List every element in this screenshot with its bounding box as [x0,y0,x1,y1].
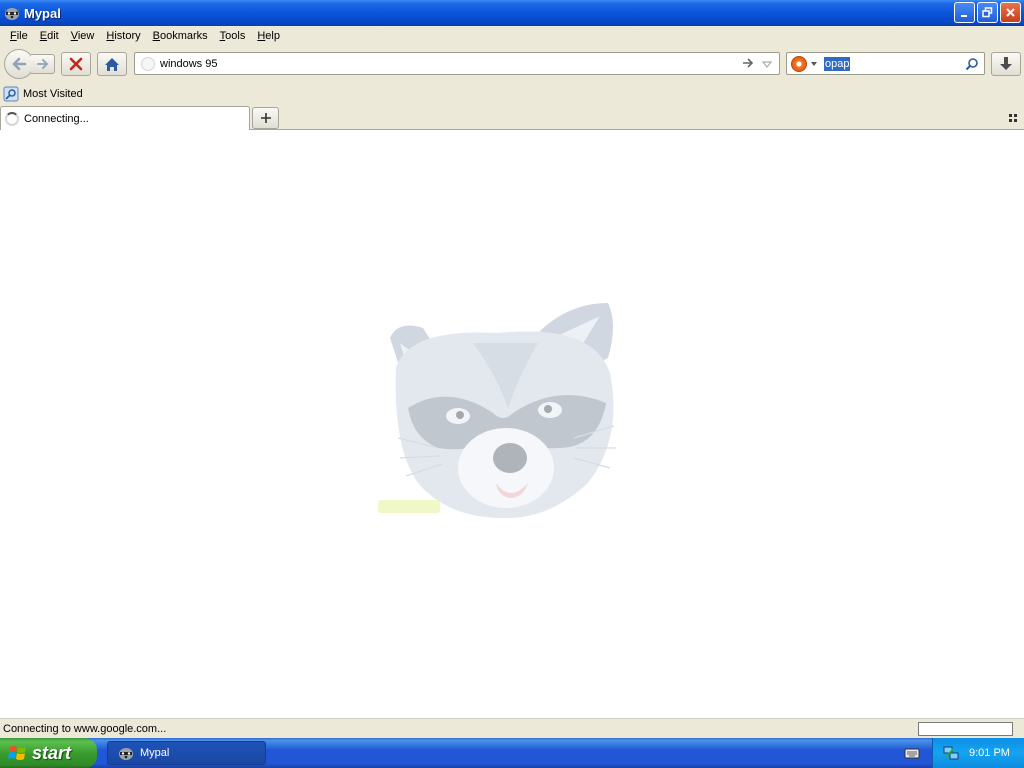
menu-label-rest: dit [47,30,59,42]
forward-button[interactable] [31,54,55,74]
url-bar[interactable] [134,52,780,75]
window-title: Mypal [24,5,61,21]
engine-dropdown-icon[interactable] [810,60,818,68]
raccoon-icon [119,748,133,760]
minimize-icon [961,15,967,17]
navigation-toolbar: opap [0,46,1024,82]
clock[interactable]: 9:01 PM [969,747,1010,759]
menu-edit[interactable]: Edit [34,30,65,42]
menu-history[interactable]: History [100,30,146,42]
menu-label-rest: ookmarks [159,30,208,42]
duckduckgo-icon[interactable] [791,56,807,72]
menu-label-rest: iew [77,30,95,42]
start-button[interactable]: start [0,738,97,768]
stop-x-icon [69,57,83,71]
taskbar: start Mypal 9:01 PM [0,738,1024,768]
bookmarks-toolbar: Most Visited [0,82,1024,106]
minimize-button[interactable] [954,2,975,23]
windows-flag-icon [8,746,26,760]
restore-button[interactable] [977,2,998,23]
menu-label-rest: ile [16,30,28,42]
most-visited-icon [3,86,19,102]
window-titlebar[interactable]: Mypal [0,0,1024,26]
new-tab-button[interactable] [252,107,279,129]
network-icon[interactable] [943,745,959,761]
menu-accel-key: V [70,30,78,42]
restore-icon [982,7,993,18]
tab-grid-icon[interactable] [1008,113,1018,123]
menu-accel-key: F [10,30,17,42]
menu-accel-key: B [152,30,160,42]
menu-help[interactable]: Help [251,30,286,42]
taskbar-item-mypal[interactable]: Mypal [107,741,266,765]
page-favicon-icon [141,57,155,71]
most-visited-link[interactable]: Most Visited [23,88,83,100]
url-history-dropdown-icon[interactable] [761,58,773,70]
go-arrow-icon[interactable] [741,56,755,70]
close-icon [1006,8,1015,17]
search-bar[interactable]: opap [786,52,985,75]
back-arrow-icon [12,57,27,71]
menu-tools[interactable]: Tools [214,30,252,42]
keyboard-icon[interactable] [904,746,920,760]
raccoon-logo-image [378,303,616,519]
status-text: Connecting to www.google.com... [3,722,167,735]
downloads-button[interactable] [991,52,1021,76]
magnifier-icon[interactable] [965,57,979,71]
status-bar: Connecting to www.google.com... [0,718,1024,738]
home-icon [105,57,119,71]
taskbar-item-label: Mypal [140,747,170,759]
page-content [0,130,1024,718]
start-label: start [32,742,72,763]
plus-icon [260,113,271,123]
menu-bar: File Edit View History Bookmarks Tools Help [0,26,1024,46]
spinner-icon [5,111,19,126]
status-progress-box [918,722,1013,736]
download-arrow-icon [1000,57,1012,70]
close-button[interactable] [1000,2,1021,23]
home-button[interactable] [97,52,127,76]
raccoon-icon [5,8,19,20]
back-button[interactable] [4,49,34,79]
menu-label-rest: elp [265,30,280,42]
menu-accel-key: E [39,30,48,42]
system-tray: 9:01 PM [932,738,1024,768]
menu-view[interactable]: View [65,30,101,42]
tab-label: Connecting... [24,112,89,125]
search-query[interactable]: opap [824,57,851,71]
tab-connecting[interactable]: Connecting... [0,106,250,130]
menu-file[interactable]: File [4,30,34,42]
forward-arrow-icon [36,59,48,69]
url-input[interactable] [160,56,730,72]
menu-bookmarks[interactable]: Bookmarks [147,30,214,42]
stop-button[interactable] [61,52,91,76]
menu-label-rest: ools [225,30,246,42]
menu-label-rest: istory [114,30,141,42]
tab-strip: Connecting... [0,106,1024,130]
